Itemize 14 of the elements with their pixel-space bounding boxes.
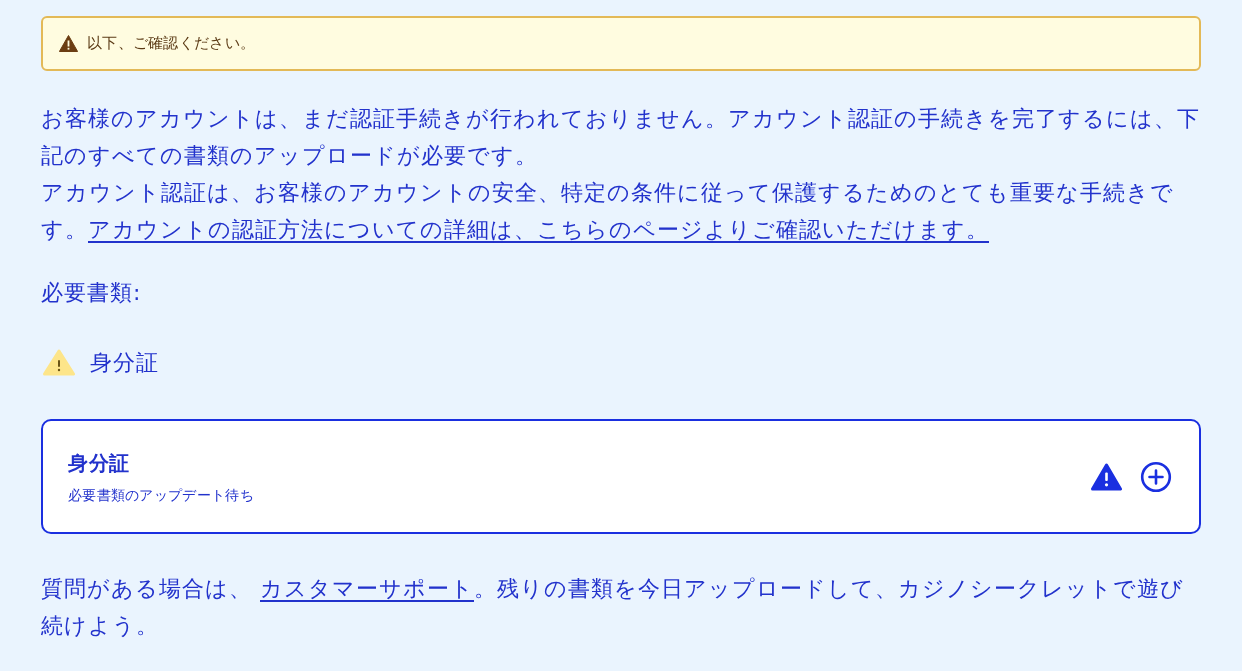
add-button[interactable]	[1140, 460, 1172, 493]
support-link[interactable]: カスタマーサポート	[260, 576, 474, 601]
required-documents-label: 必要書類:	[41, 279, 143, 307]
document-name: 身分証	[90, 349, 159, 377]
card-status: 必要書類のアップデート待ち	[68, 485, 254, 505]
details-link[interactable]: アカウントの認証方法についての詳細は、こちらのページよりご確認いただけます。	[88, 217, 989, 242]
warning-icon	[1091, 462, 1122, 491]
intro-text: アカウント認証は、お客様のアカウントの安全、特定の条件に従って保護するためのとても重要な手続きです。アカウントの認証方法についての詳細は、こちらのページよりご確認いただけます。	[41, 179, 1175, 244]
intro-text: お客様のアカウントは、まだ認証手続きが行われておりません。アカウント認証の手続きを完了するには、下記のすべての書類のアップロードが必要です。	[41, 105, 1201, 170]
card-title: 身分証	[68, 449, 130, 477]
warning-icon	[59, 35, 78, 52]
footer-text: 質問がある場合は、 カスタマーサポート。残りの書類を今日アップロードして、カジノシークレットで遊び続けよう。	[41, 575, 1185, 640]
alert-text: 以下、ご確認ください。	[87, 34, 256, 53]
warning-icon	[43, 349, 75, 376]
